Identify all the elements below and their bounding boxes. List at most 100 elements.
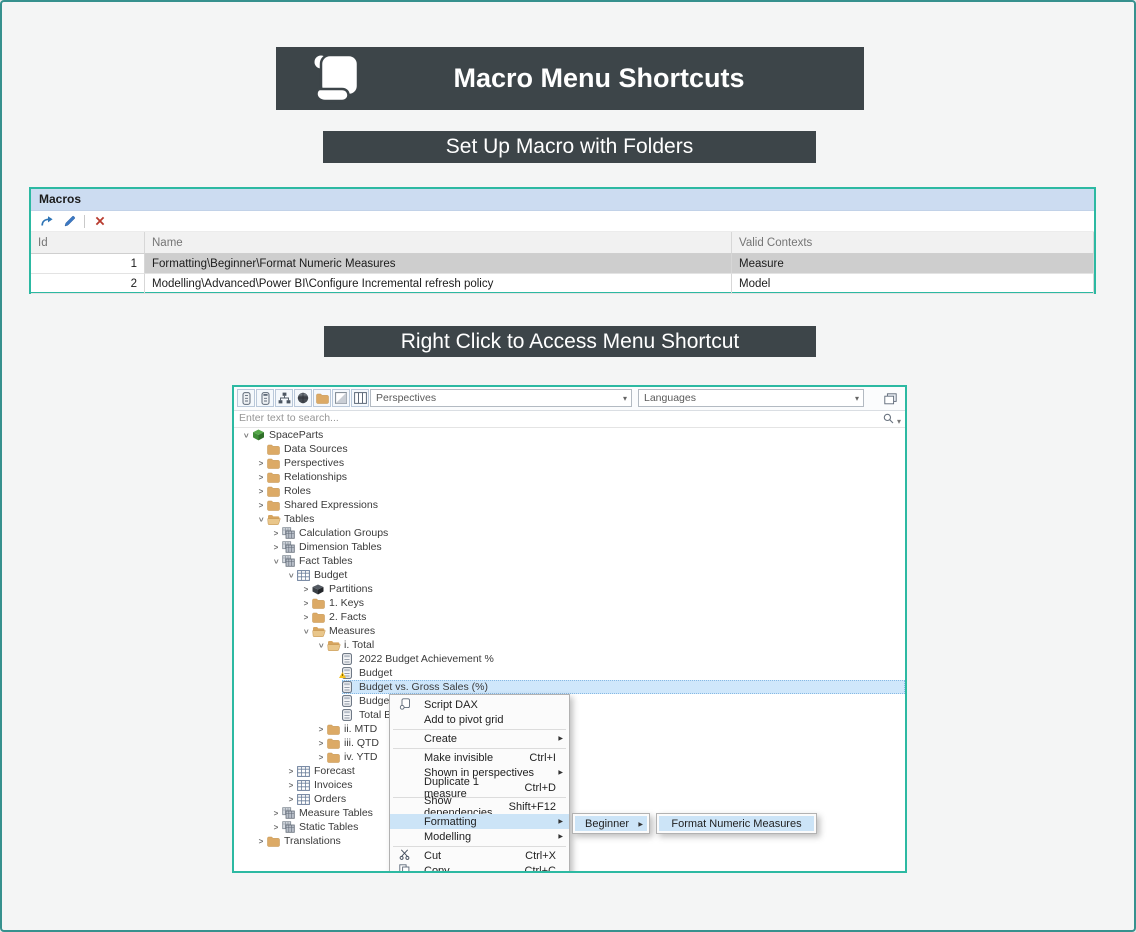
tables-group-icon [282,807,295,819]
menu-item-shortcut: Ctrl+X [525,850,569,862]
toolbar-button-display-folder[interactable] [332,389,350,407]
tree-item-calculation-groups[interactable]: >Calculation Groups [234,526,905,540]
macro-cell-ctx[interactable]: Measure [732,254,1094,274]
languages-dropdown[interactable]: Languages ▾ [638,389,864,407]
macro-cell-name[interactable]: Formatting\Beginner\Format Numeric Measu… [145,254,732,274]
tree-item-relationships[interactable]: >Relationships [234,470,905,484]
properties-window-icon[interactable] [882,390,899,407]
tree-expander-icon[interactable]: > [257,513,266,525]
chevron-down-icon[interactable]: ▾ [623,391,627,407]
toolbar-button-hierarchy[interactable] [275,389,293,407]
folder-icon [327,738,340,749]
menu-item-add-to-pivot-grid[interactable]: Add to pivot grid [390,712,569,727]
tree-expander-icon[interactable]: > [300,613,312,622]
macro-row-1[interactable]: 1Formatting\Beginner\Format Numeric Meas… [31,254,1094,274]
menu-item-script-dax[interactable]: Script DAX [390,697,569,712]
menu-item-duplicate-1-measure[interactable]: Duplicate 1 measureCtrl+D [390,780,569,795]
tree-item-partitions[interactable]: >Partitions [234,582,905,596]
tree-item-dimension-tables[interactable]: >Dimension Tables [234,540,905,554]
tree-expander-icon[interactable]: > [272,555,281,567]
tree-item-budget[interactable]: >Budget [234,568,905,582]
submenu-format-numeric-measures[interactable]: Format Numeric Measures [656,813,817,834]
tree-expander-icon[interactable]: > [255,487,267,496]
tree-expander-icon[interactable]: > [270,823,282,832]
tree-expander-icon[interactable]: > [285,795,297,804]
column-header-valid-contexts[interactable]: Valid Contexts [732,232,1094,254]
submenu-beginner[interactable]: Beginner ▶ [572,813,650,834]
tree-item-label: Budget [357,667,392,679]
column-toggle-icon [260,392,271,405]
chevron-down-icon[interactable]: ▾ [855,391,859,407]
tree-expander-icon[interactable]: > [287,569,296,581]
toolbar-button-folder-toggle[interactable] [313,389,331,407]
menu-item-modelling[interactable]: Modelling▶ [390,829,569,844]
run-macro-icon[interactable] [40,215,54,227]
macro-cell-id[interactable]: 2 [31,274,145,294]
perspectives-dropdown[interactable]: Perspectives ▾ [370,389,632,407]
tree-item-label: i. Total [342,639,374,651]
tree-item-spaceparts[interactable]: >SpaceParts [234,428,905,442]
tree-item-i-total[interactable]: > i. Total [234,638,905,652]
tree-item-measures[interactable]: >Measures [234,624,905,638]
column-header-id[interactable]: Id [31,232,145,254]
column-header-name[interactable]: Name [145,232,732,254]
tree-item-fact-tables[interactable]: > Fact Tables [234,554,905,568]
table-icon [297,780,310,791]
tree-expander-icon[interactable]: > [255,459,267,468]
tree-item-perspectives[interactable]: >Perspectives [234,456,905,470]
tree-item-label: Fact Tables [297,555,353,567]
tree-expander-icon[interactable]: > [270,809,282,818]
search-input[interactable]: Enter text to search... ▾ [234,410,905,428]
macro-row-2[interactable]: 2Modelling\Advanced\Power BI\Configure I… [31,274,1094,294]
menu-item-cut[interactable]: CutCtrl+X [390,848,569,863]
tree-item-2-facts[interactable]: >2. Facts [234,610,905,624]
submenu-item-beginner[interactable]: Beginner ▶ [575,816,647,831]
menu-item-shortcut: Ctrl+C [525,865,569,874]
tree-item-roles[interactable]: >Roles [234,484,905,498]
tree-expander-icon[interactable]: > [315,739,327,748]
tree-expander-icon[interactable]: > [255,473,267,482]
tree-expander-icon[interactable]: > [285,767,297,776]
tree-expander-icon[interactable]: > [315,725,327,734]
tree-expander-icon[interactable]: > [300,599,312,608]
tree-expander-icon[interactable]: > [300,585,312,594]
tree-expander-icon[interactable]: > [255,837,267,846]
tree-expander-icon[interactable]: > [317,639,326,651]
menu-item-show-dependencies[interactable]: Show dependenciesShift+F12 [390,799,569,814]
tree-item-budget[interactable]: >Budget [234,666,905,680]
toolbar-button-partition-sphere[interactable] [294,389,312,407]
perspectives-dropdown-value: Perspectives [376,392,436,404]
menu-item-formatting[interactable]: Formatting▶ [390,814,569,829]
macros-toolbar [31,211,1094,232]
folder-icon [327,752,340,763]
tree-item-data-sources[interactable]: >Data Sources [234,442,905,456]
tree-item-shared-expressions[interactable]: >Shared Expressions [234,498,905,512]
menu-item-make-invisible[interactable]: Make invisibleCtrl+I [390,750,569,765]
toolbar-button-measure-toggle[interactable] [237,389,255,407]
macro-cell-id[interactable]: 1 [31,254,145,274]
tree-expander-icon[interactable]: > [242,429,251,441]
tree-expander-icon[interactable]: > [270,543,282,552]
tree-item-1-keys[interactable]: >1. Keys [234,596,905,610]
edit-macro-icon[interactable] [64,215,76,227]
tree-expander-icon[interactable]: > [315,753,327,762]
tree-expander-icon[interactable]: > [285,781,297,790]
folder-icon [267,444,280,455]
toolbar-button-column-toggle[interactable] [256,389,274,407]
tree-expander-icon[interactable]: > [270,529,282,538]
submenu-item-format-numeric-measures[interactable]: Format Numeric Measures [659,816,814,831]
tree-item-tables[interactable]: >Tables [234,512,905,526]
toolbar-divider [84,215,85,228]
tree-expander-icon[interactable]: > [302,625,311,637]
macro-cell-name[interactable]: Modelling\Advanced\Power BI\Configure In… [145,274,732,294]
macro-cell-ctx[interactable]: Model [732,274,1094,294]
tree-expander-icon[interactable]: > [255,501,267,510]
tree-item-2022-budget-achievement[interactable]: >2022 Budget Achievement % [234,652,905,666]
toolbar-button-table-columns[interactable] [351,389,369,407]
page: Macro Menu Shortcuts Set Up Macro with F… [0,0,1136,932]
model-icon [252,429,265,441]
tree-item-budget-vs-gross-sales[interactable]: >Budget vs. Gross Sales (%) [234,680,905,694]
menu-item-create[interactable]: Create▶ [390,731,569,746]
delete-macro-icon[interactable] [95,216,105,226]
menu-item-copy[interactable]: CopyCtrl+C [390,863,569,873]
